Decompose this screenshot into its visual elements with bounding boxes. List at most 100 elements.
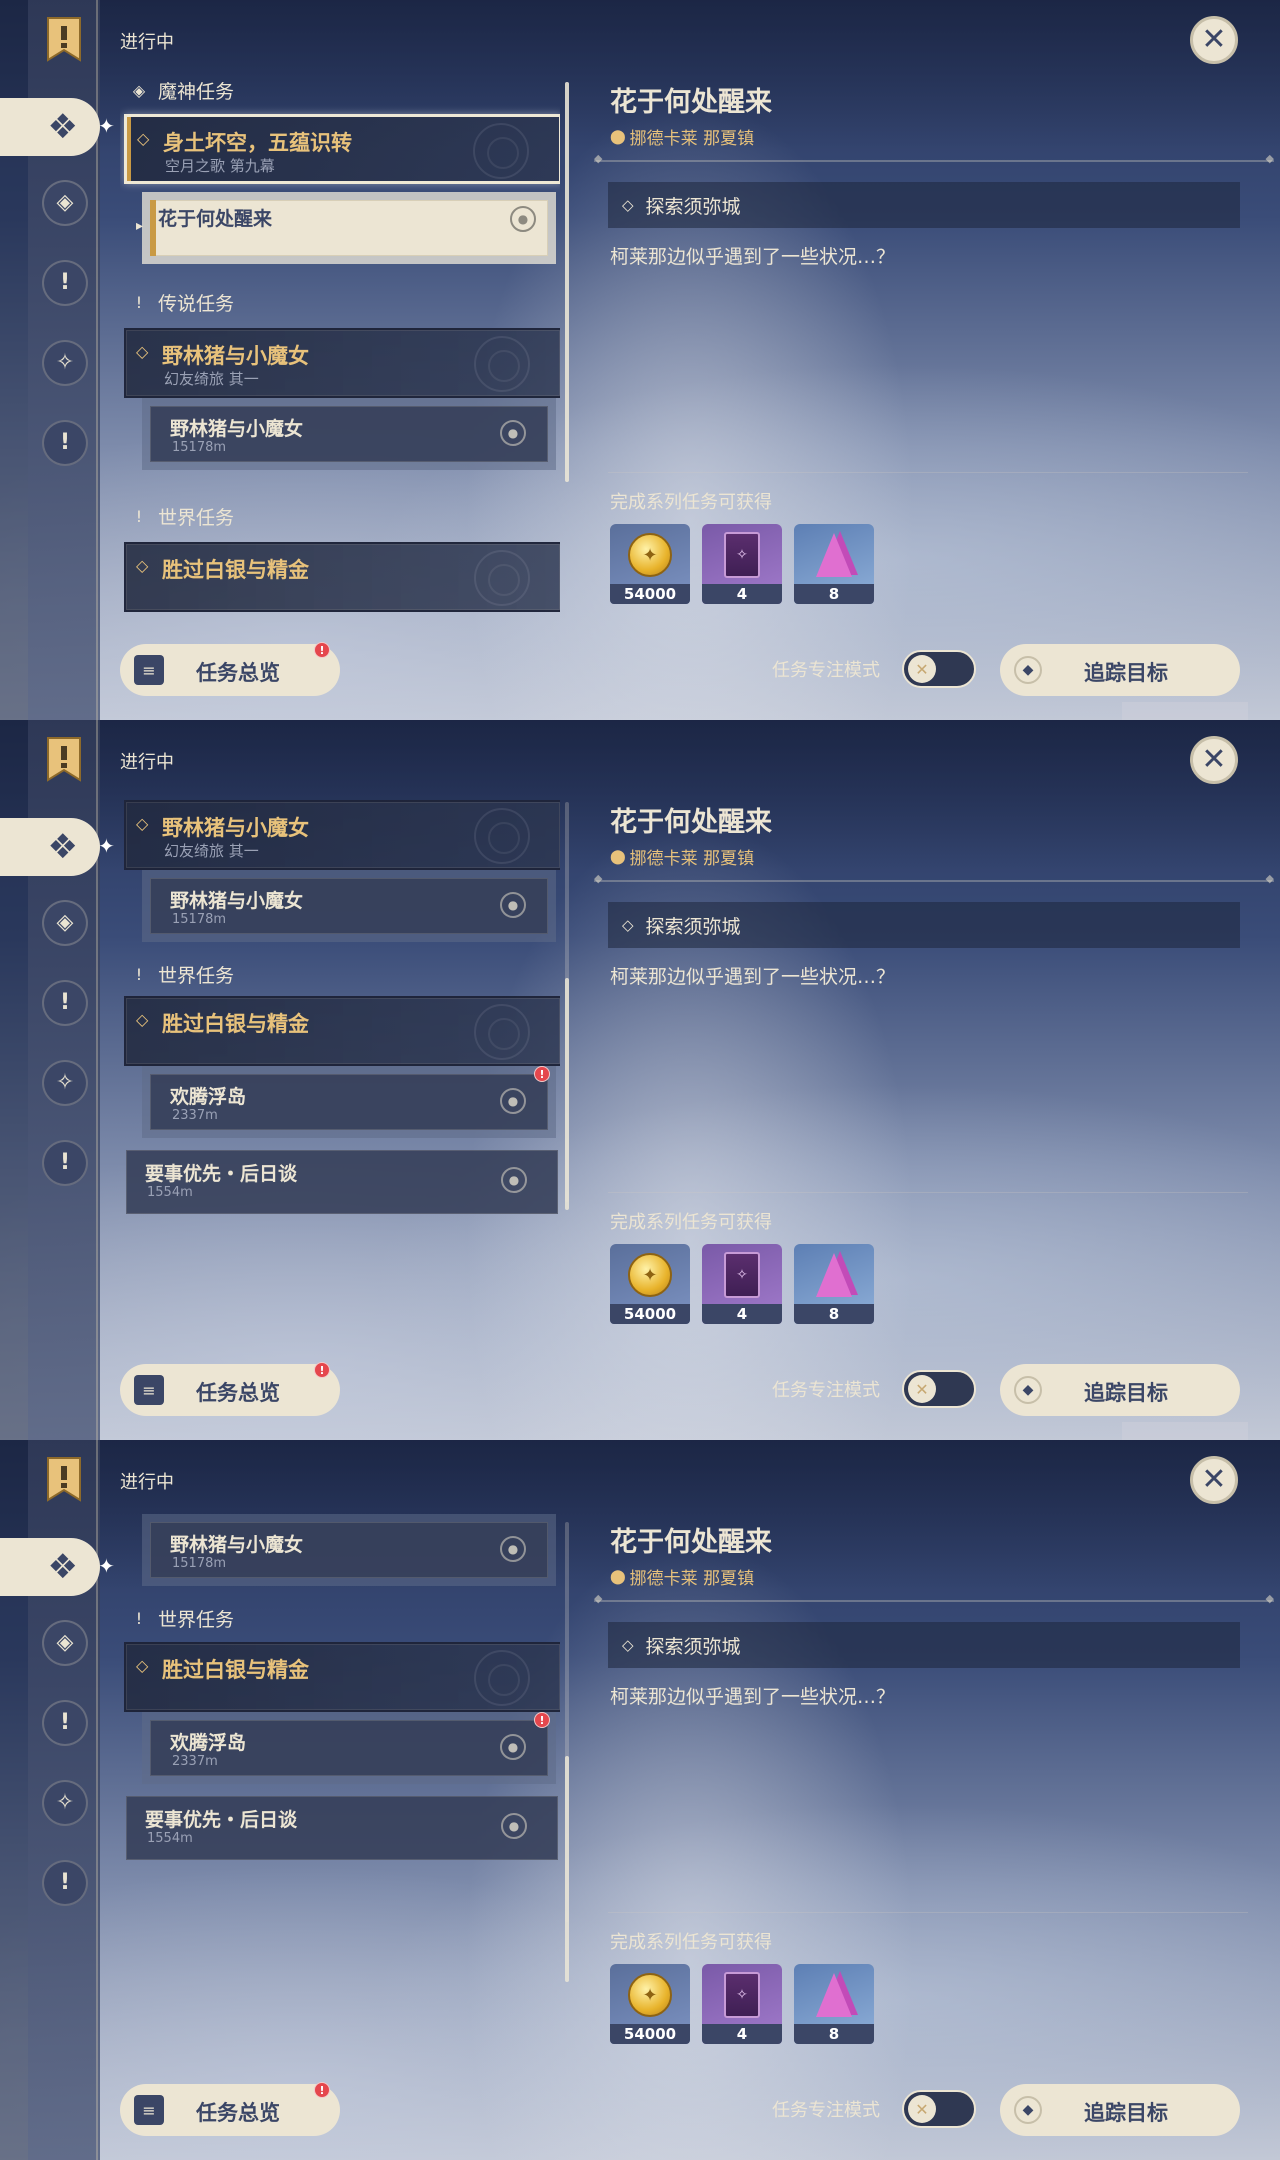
location-pin-icon: ⬤ (610, 1568, 626, 1585)
rail-tab-archon[interactable]: ◈ (42, 900, 88, 946)
track-diamond-icon: ◆ (1014, 1376, 1042, 1404)
bookmark-icon[interactable] (44, 16, 84, 62)
rewards-divider (608, 472, 1248, 473)
focus-mode-toggle[interactable]: ✕ (902, 650, 976, 688)
rail-tab-story[interactable]: ! (42, 1700, 88, 1746)
rail-tab-world[interactable]: ! (42, 1140, 88, 1186)
crystal-icon (816, 1253, 852, 1297)
map-pin-icon[interactable]: ● (501, 1813, 527, 1839)
detail-title: 花于何处醒来 (610, 87, 772, 118)
quest-book-icon: ≡ (134, 655, 164, 685)
book-icon: ✧ (724, 1252, 760, 1298)
reward-crystal[interactable]: 8 (794, 1244, 874, 1324)
rail-tab-world[interactable]: ! (42, 1860, 88, 1906)
quest-detail-panel: 花于何处醒来 ⬤挪德卡莱 那夏镇 ◇探索须弥城 柯莱那边似乎遇到了一些状况…？ … (594, 796, 1274, 1356)
detail-location: ⬤ 挪德卡莱 那夏镇 (610, 124, 754, 150)
list-scroll-thumb[interactable] (565, 1756, 569, 1982)
close-button[interactable]: ✕ (1190, 1456, 1238, 1504)
quest-distance: 2337m (172, 1108, 218, 1123)
quest-group-world[interactable]: ◇ 胜过白银与精金 (124, 1642, 560, 1712)
rail-divider (96, 0, 98, 720)
detail-description: 柯莱那边似乎遇到了一些状况…？ (610, 966, 896, 988)
quest-list[interactable]: ◇ 野林猪与小魔女 幻友绮旅 其一 野林猪与小魔女 15178m ● ! 世界任务… (120, 794, 560, 1354)
rail-tab-commission[interactable]: ✧ (42, 1060, 88, 1106)
focus-mode-toggle[interactable]: ✕ (902, 2090, 976, 2128)
quest-step-world[interactable]: 欢腾浮岛 2337m ● ! (142, 1712, 556, 1784)
detail-title: 花于何处醒来 (610, 807, 772, 838)
quest-group-world[interactable]: ◇ 胜过白银与精金 (124, 996, 560, 1066)
rail-tab-commission[interactable]: ✧ (42, 340, 88, 386)
rail-tab-story[interactable]: ! (42, 980, 88, 1026)
close-button[interactable]: ✕ (1190, 736, 1238, 784)
rewards-label: 完成系列任务可获得 (610, 1932, 772, 1953)
quest-group-story[interactable]: ◇ 野林猪与小魔女 幻友绮旅 其一 (124, 328, 560, 398)
in-progress-label: 进行中 (120, 1472, 174, 1493)
map-pin-icon[interactable]: ● (500, 420, 526, 446)
quest-list[interactable]: 野林猪与小魔女 15178m ● ! 世界任务 ◇ 胜过白银与精金 欢腾浮岛 23… (120, 1514, 560, 2074)
reward-crystal[interactable]: 8 (794, 524, 874, 604)
rail-tab-archon[interactable]: ◈ (42, 1620, 88, 1666)
rail-tab-all-quests[interactable]: ❖ (0, 98, 100, 156)
quest-step-story[interactable]: 野林猪与小魔女 15178m ● (142, 1514, 556, 1586)
list-scroll-thumb[interactable] (565, 82, 569, 482)
map-pin-icon[interactable]: ● (500, 1088, 526, 1114)
quest-overview-button[interactable]: ≡ 任务总览 ! (120, 1362, 340, 1416)
quest-overview-button[interactable]: ≡ 任务总览 ! (120, 642, 340, 696)
bookmark-icon[interactable] (44, 736, 84, 782)
close-button[interactable]: ✕ (1190, 16, 1238, 64)
quest-overview-button[interactable]: ≡ 任务总览 ! (120, 2082, 340, 2136)
map-pin-icon[interactable]: ● (500, 892, 526, 918)
quest-item-world-other[interactable]: 要事优先・后日谈 1554m ● (126, 1150, 558, 1214)
quest-step-archon[interactable]: ▸ 花于何处醒来 ● (136, 192, 556, 264)
bookmark-icon[interactable] (44, 1456, 84, 1502)
rail-tab-world[interactable]: ! (42, 420, 88, 466)
quest-group-world[interactable]: ◇ 胜过白银与精金 (124, 542, 560, 612)
active-tab-sparkle-icon: ✦ (98, 1554, 115, 1578)
reward-count: 4 (702, 1304, 782, 1324)
reward-mora[interactable]: ✦ 54000 (610, 1244, 690, 1324)
detail-current-step: ◇ 探索须弥城 (608, 182, 1240, 228)
rail-tab-commission[interactable]: ✧ (42, 1780, 88, 1826)
quest-step-story[interactable]: 野林猪与小魔女 15178m ● (142, 398, 556, 470)
location-text: 挪德卡莱 那夏镇 (629, 849, 755, 869)
quest-step-title: 要事优先・后日谈 (145, 1809, 298, 1831)
map-pin-icon[interactable]: ● (500, 1734, 526, 1760)
reward-book[interactable]: ✧ 4 (702, 524, 782, 604)
active-tab-sparkle-icon: ✦ (98, 114, 115, 138)
quest-list[interactable]: ◈ 魔神任务 ◇ 身土坏空，五蕴识转 空月之歌 第九幕 ▸ 花于何处醒来 ● ! 传… (120, 74, 560, 634)
quest-group-story[interactable]: ◇ 野林猪与小魔女 幻友绮旅 其一 (124, 800, 560, 870)
focus-mode-toggle[interactable]: ✕ (902, 1370, 976, 1408)
rail-tab-all-quests[interactable]: ❖ (0, 1538, 100, 1596)
reward-book[interactable]: ✧ 4 (702, 1244, 782, 1324)
quest-group-archon[interactable]: ◇ 身土坏空，五蕴识转 空月之歌 第九幕 (124, 114, 560, 184)
map-pin-icon[interactable]: ● (501, 1167, 527, 1193)
rewards-label: 完成系列任务可获得 (610, 1212, 772, 1233)
quest-step-story[interactable]: 野林猪与小魔女 15178m ● (142, 870, 556, 942)
focus-mode-label: 任务专注模式 (772, 1380, 880, 1401)
rail-tab-story[interactable]: ! (42, 260, 88, 306)
location-pin-icon: ⬤ (610, 128, 626, 145)
reward-book[interactable]: ✧ 4 (702, 1964, 782, 2044)
close-icon: ✕ (1201, 22, 1227, 57)
list-scroll-thumb[interactable] (565, 978, 569, 1210)
track-target-button[interactable]: ◆ 追踪目标 (1000, 2084, 1240, 2136)
rail-tab-all-quests[interactable]: ❖ (0, 818, 100, 876)
reward-mora[interactable]: ✦ 54000 (610, 1964, 690, 2044)
screenshot-frame-1: ❖ ✦ ◈ ! ✧ ! 进行中 ✕ ◈ 魔神任务 ◇ 身土坏空，五蕴识转 空月之歌… (0, 0, 1280, 720)
track-target-button[interactable]: ◆ 追踪目标 (1000, 644, 1240, 696)
reward-mora[interactable]: ✦ 54000 (610, 524, 690, 604)
quest-item-world-other[interactable]: 要事优先・后日谈 1554m ● (126, 1796, 558, 1860)
crystal-icon (816, 533, 852, 577)
world-quest-icon: ! (59, 430, 71, 455)
map-pin-icon[interactable]: ● (510, 206, 536, 232)
reward-crystal[interactable]: 8 (794, 1964, 874, 2044)
track-target-button[interactable]: ◆ 追踪目标 (1000, 1364, 1240, 1416)
track-diamond-icon: ◆ (1014, 656, 1042, 684)
map-pin-icon[interactable]: ● (500, 1536, 526, 1562)
alert-badge-icon: ! (314, 2082, 330, 2098)
quest-step-world[interactable]: 欢腾浮岛 2337m ● ! (142, 1066, 556, 1138)
rail-tab-archon[interactable]: ◈ (42, 180, 88, 226)
detail-current-step: ◇ 探索须弥城 (608, 1622, 1240, 1668)
quest-group-subtitle: 空月之歌 第九幕 (165, 157, 275, 175)
quest-step-title: 野林猪与小魔女 (170, 890, 304, 912)
